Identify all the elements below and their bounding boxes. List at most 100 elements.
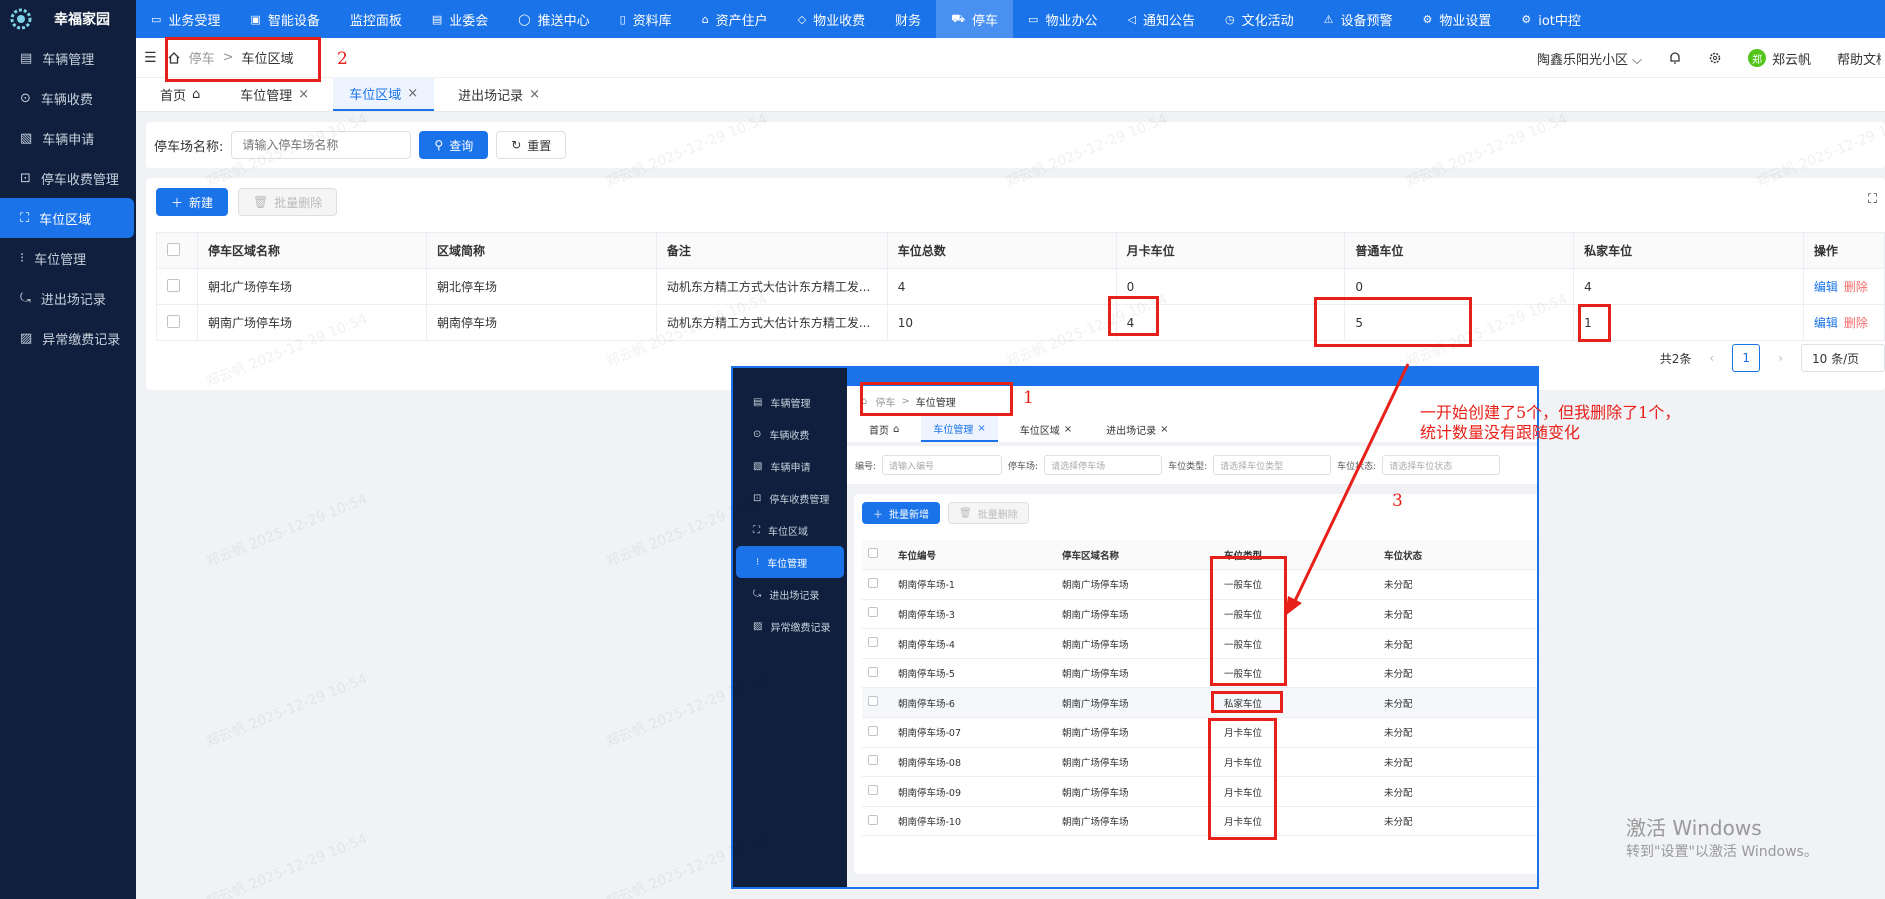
page-size-select[interactable]: 10 条/页 (1801, 344, 1885, 372)
checkbox[interactable] (167, 278, 180, 292)
nav-item-11[interactable]: ◁ 通知公告 (1112, 0, 1209, 38)
report-icon: ▨ (20, 330, 33, 346)
nav-item-12[interactable]: ◷ 文化活动 (1210, 0, 1309, 38)
nav-item-1[interactable]: ▣ 智能设备 (235, 0, 334, 38)
help-link[interactable]: 帮助文档 (1837, 49, 1881, 68)
close-icon[interactable]: × (298, 87, 309, 102)
edit-link[interactable]: 编辑 (1814, 280, 1838, 294)
table-cell: 4 (1573, 268, 1804, 305)
parking-name-input[interactable] (231, 131, 412, 159)
nav-item-0[interactable]: ▭ 业务受理 (136, 0, 235, 38)
nav-label: 智能设备 (267, 13, 320, 29)
sidebar-item-4[interactable]: ⛶ 车位区域 (0, 198, 134, 238)
gear-icon[interactable] (1708, 51, 1722, 65)
checkbox[interactable] (167, 314, 180, 328)
trash-icon: 🗑 (253, 195, 269, 209)
inset-row-checkbox (862, 628, 892, 659)
sidebar-item-1[interactable]: ⊙ 车辆收费 (0, 78, 136, 118)
inset-filter-placeholder: 请选择停车场 (1051, 461, 1106, 472)
sidebar-item-label: 车辆收费 (40, 92, 93, 108)
inset-sidebar-label: 异常缴费记录 (770, 622, 831, 634)
select-all-checkbox[interactable] (156, 232, 198, 269)
close-icon[interactable]: × (407, 86, 418, 101)
nav-item-9[interactable]: ⛟ 停车 (936, 0, 1014, 38)
inset-table-row: 朝南停车场-10 朝南广场停车场 月卡车位 未分配 (862, 806, 1537, 837)
document-icon: ▤ (431, 12, 443, 26)
table-cell: 朝北停车场 (425, 268, 657, 305)
logo-icon (10, 8, 32, 30)
sidebar-item-3[interactable]: ⊡ 停车收费管理 (0, 158, 136, 198)
nav-item-13[interactable]: ⚠ 设备预警 (1309, 0, 1408, 38)
batch-delete-button[interactable]: 🗑 批量删除 (238, 188, 338, 216)
reset-button[interactable]: ↻ 重置 (496, 131, 567, 159)
nav-item-7[interactable]: ◇ 物业收费 (783, 0, 880, 38)
inset-grid-icon: ⁝ (756, 556, 760, 568)
fullscreen-icon[interactable]: ⛶ (1868, 192, 1877, 207)
annotation-number-1: 1 (1023, 388, 1034, 408)
inset-close-icon: × (1063, 423, 1073, 435)
query-label: 查询 (449, 138, 474, 153)
car-icon: ⛟ (951, 11, 966, 25)
inset-tab-label: 进出场记录 (1106, 425, 1157, 437)
tab-0[interactable]: 首页 ⌂ (144, 77, 216, 111)
sidebar-item-6[interactable]: ⤿ 进出场记录 (0, 278, 136, 318)
nav-item-8[interactable]: 财务 (880, 0, 936, 38)
nav-item-2[interactable]: 监控面板 (335, 0, 417, 38)
sidebar-item-2[interactable]: ▧ 车辆申请 (0, 118, 136, 158)
inset-sidebar: ▤ 车辆管理 ⊙ 车辆收费 ▧ 车辆申请 ⊡ 停车收费管理 ⛶ 车位区域 ⁝ 车位管理 ⤿ 进出场记录 ▨ 异… (733, 386, 847, 887)
plus-icon: ＋ (171, 195, 184, 210)
annotation-note-line1: 一开始创建了5个，但我删除了1个， (1420, 403, 1681, 422)
menu-collapse-icon[interactable]: ☰ (144, 50, 157, 66)
nav-item-5[interactable]: ▯ 资料库 (605, 0, 687, 38)
nav-item-15[interactable]: ⚙ iot中控 (1506, 0, 1596, 38)
tab-3[interactable]: 进出场记录 × (442, 77, 556, 111)
nav-item-4[interactable]: ◯ 推送中心 (503, 0, 604, 38)
inset-table-cell: 朝南停车场-6 (892, 687, 1056, 719)
nav-item-10[interactable]: ▭ 物业办公 (1013, 0, 1112, 38)
nav-item-6[interactable]: ⌂ 资产住户 (687, 0, 783, 38)
sidebar-item-label: 车辆申请 (42, 132, 95, 148)
form-icon: ▧ (20, 130, 33, 146)
sidebar-item-7[interactable]: ▨ 异常缴费记录 (0, 318, 136, 358)
page-number[interactable]: 1 (1732, 344, 1761, 372)
sidebar-item-5[interactable]: ⁝ 车位管理 (0, 238, 136, 278)
windows-activation-line1: 激活 Windows (1626, 816, 1762, 840)
nav-item-14[interactable]: ⚙ 物业设置 (1407, 0, 1506, 38)
inset-sidebar-item-1: ⊙ 车辆收费 (733, 418, 847, 450)
inset-table-cell: 朝南停车场-07 (892, 717, 1056, 748)
tab-label: 车位管理 (240, 88, 293, 104)
user-menu[interactable]: 郑 郑云帆 (1747, 49, 1811, 68)
tab-1[interactable]: 车位管理 × (224, 77, 325, 111)
inset-table-row: 朝南停车场-5 朝南广场停车场 一般车位 未分配 (862, 658, 1537, 689)
edit-link[interactable]: 编辑 (1814, 316, 1838, 330)
inset-row-checkbox (862, 658, 892, 689)
next-page-button[interactable]: › (1778, 351, 1783, 365)
nav-item-3[interactable]: ▤ 业委会 (417, 0, 503, 38)
top-navbar: 幸福家园 ▭ 业务受理 ▣ 智能设备 监控面板 ▤ 业委会 ◯ 推送中心 ▯ 资料库 ⌂ 资产住户 ◇ 物业… (0, 0, 1885, 38)
community-select[interactable]: 陶鑫乐阳光小区 ⌵ (1537, 49, 1642, 68)
inset-row-checkbox (862, 776, 892, 807)
inset-parking-space-table: 车位编号 停车区域名称 车位类型 车位状态 朝南停车场-1 朝南广场停车场 一般车位 未分配… (862, 540, 1537, 837)
inset-sidebar-label: 车位管理 (767, 558, 808, 570)
inset-batch-delete-button: 🗑 批量删除 (948, 502, 1029, 524)
annotation-arrow (1285, 363, 1410, 616)
delete-link[interactable]: 删除 (1844, 316, 1868, 330)
inset-row-checkbox (862, 806, 892, 837)
delete-link[interactable]: 删除 (1844, 280, 1868, 294)
sidebar-item-0[interactable]: ▤ 车辆管理 (0, 38, 136, 78)
bell-icon[interactable] (1668, 51, 1682, 65)
inset-sidebar-label: 进出场记录 (769, 590, 820, 602)
query-button[interactable]: ⚲ 查询 (419, 131, 489, 159)
prev-page-button[interactable]: ‹ (1709, 351, 1714, 365)
tab-2[interactable]: 车位区域 × (333, 77, 435, 111)
inset-sidebar-item-2: ▧ 车辆申请 (733, 450, 847, 482)
row-checkbox[interactable] (156, 268, 198, 305)
windows-activation-line2: 转到"设置"以激活 Windows。 (1626, 844, 1818, 860)
inset-tab-3: 进出场记录 × (1094, 416, 1180, 442)
path-icon: ⤿ (20, 290, 31, 306)
close-icon[interactable]: × (529, 87, 540, 102)
inset-table-cell: 朝南广场停车场 (1056, 599, 1218, 630)
row-checkbox[interactable] (156, 304, 198, 341)
new-button[interactable]: ＋ 新建 (156, 188, 229, 216)
sidebar-item-label: 车位区域 (39, 212, 92, 228)
